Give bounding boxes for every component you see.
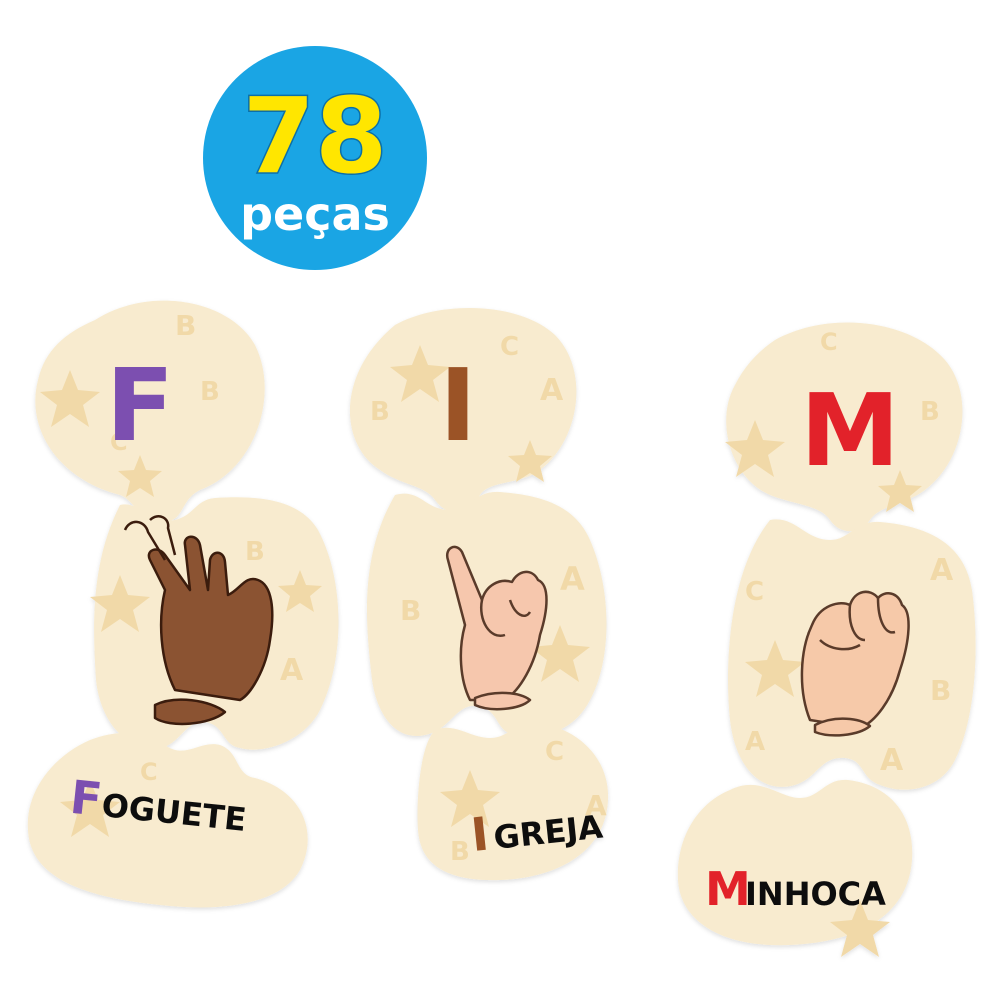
puzzle-set-i: C B A B A C B A I I GREJA [349,308,609,881]
pattern-letter: B [245,537,265,567]
pattern-letter: C [545,737,564,767]
pattern-letter: B [175,309,196,342]
pattern-letter: B [920,397,940,427]
big-letter-m: M [800,372,900,489]
word-rest-m: INHOCA [745,875,886,913]
badge-label: peças [240,187,390,241]
pattern-letter: A [540,373,564,408]
pattern-letter: C [500,332,519,362]
big-letter-i: I [439,347,476,464]
puzzle-set-f: B B C A B C F F OGUETE [27,300,339,908]
pattern-letter: C [745,577,764,607]
badge-count: 78 [243,75,388,197]
puzzle-scene: 78 peças B B C A B C F F OGUETE C B A B … [27,46,976,957]
pattern-letter: B [450,837,470,867]
puzzle-piece-bottom-i[interactable] [417,721,609,881]
pattern-letter: A [280,653,304,688]
pattern-letter: A [930,553,954,588]
word-initial-f: F [68,770,105,827]
pattern-letter: C [140,758,158,786]
puzzle-set-m: C B A B C A A M M INHOCA [677,322,976,957]
big-letter-f: F [106,347,174,464]
pattern-letter: A [880,743,904,778]
pattern-letter: B [400,594,421,627]
pattern-letter: B [370,397,390,427]
piece-count-badge: 78 peças [203,46,427,270]
pattern-letter: A [560,560,585,598]
word-initial-m: M [705,862,751,916]
pattern-letter: B [930,674,951,707]
pattern-letter: B [200,377,220,407]
pattern-letter: A [745,727,765,757]
pattern-letter: C [820,328,838,356]
